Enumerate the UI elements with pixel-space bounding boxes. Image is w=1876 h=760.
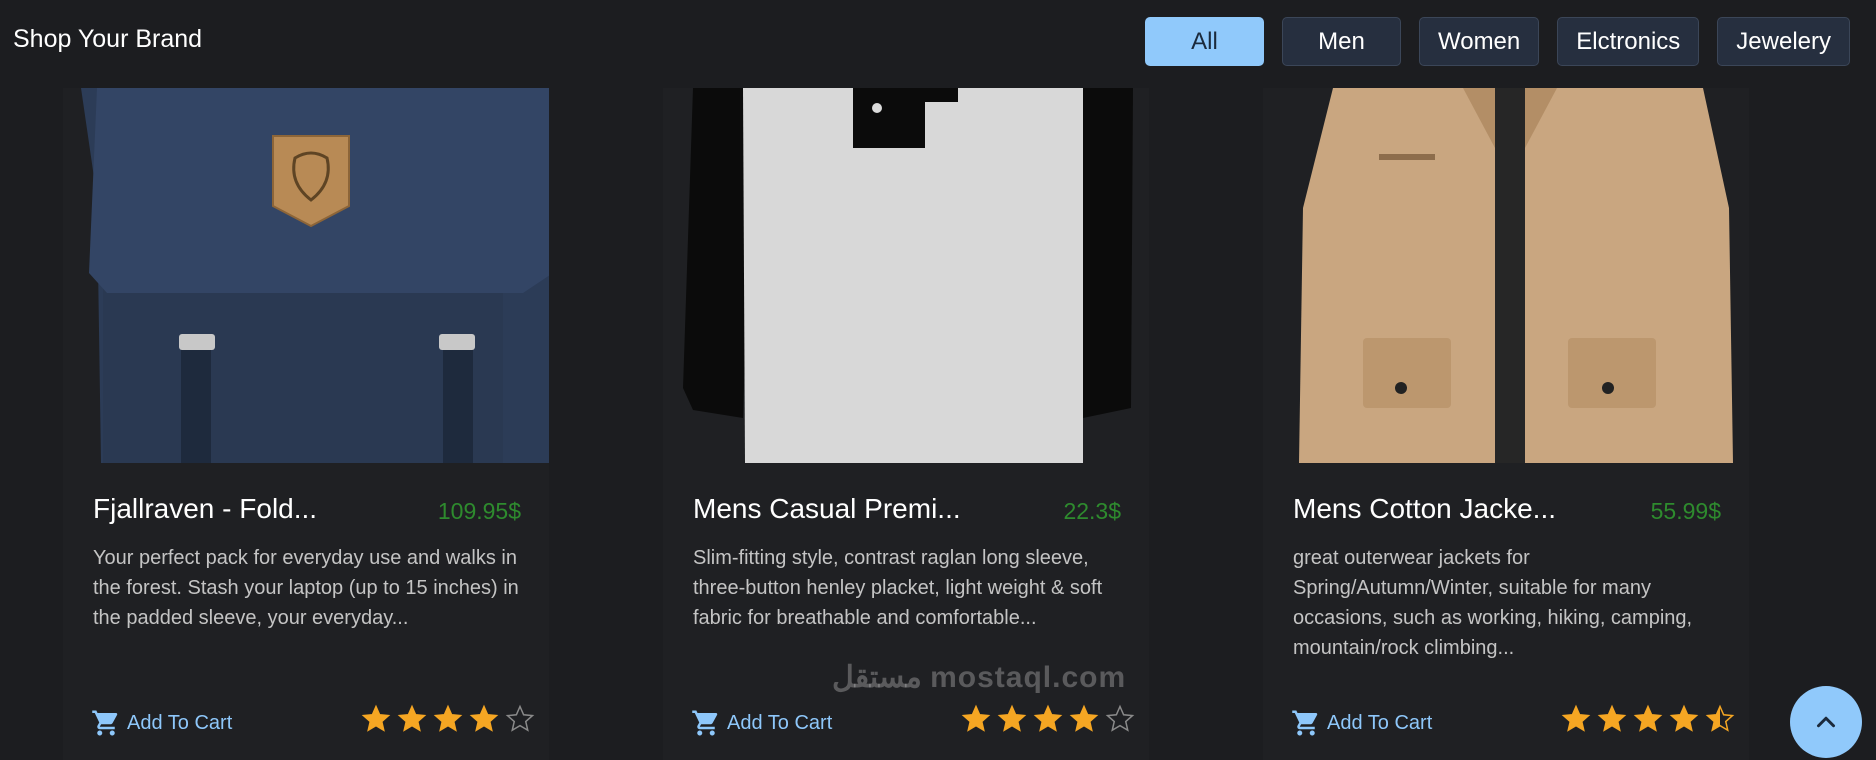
product-price: 22.3$ (1063, 498, 1121, 524)
chevron-up-icon (1817, 716, 1835, 728)
star-icon (1669, 704, 1699, 732)
add-to-cart-label: Add To Cart (1327, 711, 1433, 734)
add-to-cart-button[interactable]: Add To Cart (89, 708, 232, 738)
filter-men-button[interactable]: Men (1282, 17, 1401, 66)
category-filters: All Men Women Elctronics Jewelery (1145, 17, 1850, 66)
product-image[interactable] (63, 88, 549, 463)
product-card: Fjallraven - Fold... 109.95$ Your perfec… (63, 88, 549, 760)
product-description: Your perfect pack for everyday use and w… (93, 547, 519, 629)
add-to-cart-label: Add To Cart (127, 711, 233, 734)
product-title[interactable]: Mens Casual Premi... (693, 493, 961, 525)
scroll-to-top-button[interactable] (1790, 686, 1862, 758)
star-icon (397, 704, 427, 732)
filter-all-button[interactable]: All (1145, 17, 1264, 66)
backpack-image (63, 88, 549, 463)
star-icon (505, 704, 535, 732)
add-to-cart-label: Add To Cart (727, 711, 833, 734)
add-to-cart-button[interactable]: Add To Cart (689, 708, 832, 738)
star-icon (361, 704, 391, 732)
star-icon (997, 704, 1027, 732)
product-price: 55.99$ (1650, 498, 1721, 524)
rating-stars (1561, 704, 1735, 734)
cart-icon (692, 710, 718, 736)
product-card: Mens Cotton Jacke... 55.99$ great outerw… (1263, 88, 1749, 760)
star-icon (1633, 704, 1663, 732)
tshirt-image (663, 88, 1149, 463)
watermark: مستقل mostaql.com (832, 661, 1127, 694)
star-icon (1597, 704, 1627, 732)
star-icon (1705, 704, 1735, 732)
star-icon (1561, 704, 1591, 732)
star-icon (469, 704, 499, 732)
product-title[interactable]: Fjallraven - Fold... (93, 493, 317, 525)
brand-title: Shop Your Brand (13, 25, 203, 53)
cart-icon (92, 710, 118, 736)
star-icon (1033, 704, 1063, 732)
star-icon (961, 704, 991, 732)
add-to-cart-button[interactable]: Add To Cart (1289, 708, 1432, 738)
product-image[interactable] (1263, 88, 1749, 463)
rating-stars (961, 704, 1135, 734)
cart-icon (1292, 710, 1318, 736)
filter-women-button[interactable]: Women (1419, 17, 1540, 66)
product-price: 109.95$ (437, 498, 521, 524)
star-icon (433, 704, 463, 732)
rating-stars (361, 704, 535, 734)
product-title[interactable]: Mens Cotton Jacke... (1293, 493, 1556, 525)
filter-electronics-button[interactable]: Elctronics (1557, 17, 1700, 66)
product-image[interactable] (663, 88, 1149, 463)
top-bar: Shop Your Brand All Men Women Elctronics… (0, 0, 1876, 86)
jacket-image (1263, 88, 1749, 463)
product-description: Slim-fitting style, contrast raglan long… (693, 547, 1103, 629)
star-icon (1105, 704, 1135, 732)
product-description: great outerwear jackets for Spring/Autum… (1293, 547, 1693, 659)
filter-jewelery-button[interactable]: Jewelery (1717, 17, 1850, 66)
star-icon (1069, 704, 1099, 732)
